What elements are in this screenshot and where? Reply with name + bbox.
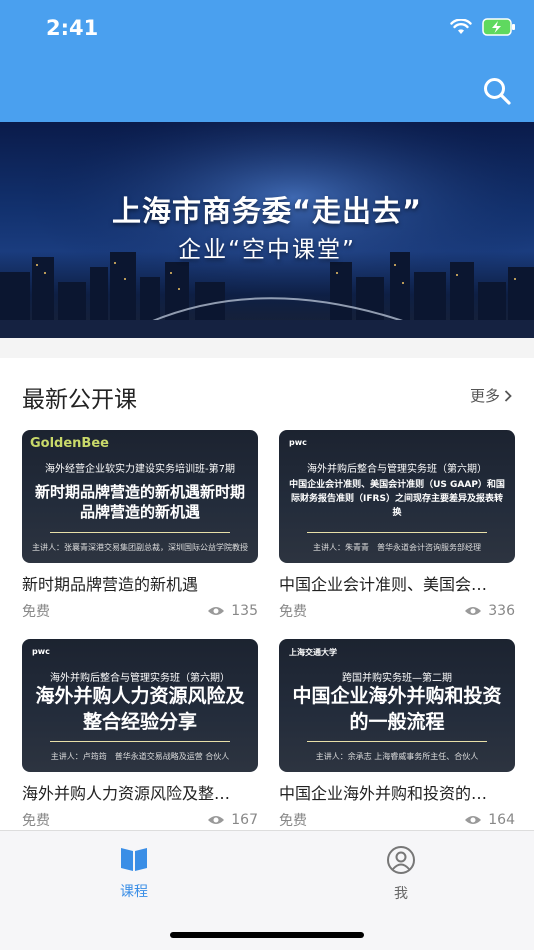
eye-icon xyxy=(208,816,225,824)
course-thumbnail: pwc 海外并购后整合与管理实务班（第六期） 中国企业会计准则、美国会计准则（U… xyxy=(279,430,515,563)
banner-subtitle: 企业“空中课堂” xyxy=(178,237,356,263)
banner-title: 上海市商务委“走出去” xyxy=(111,194,423,228)
course-meta: 免费 164 xyxy=(279,810,515,830)
sjtu-logo: 上海交通大学 xyxy=(289,648,337,657)
view-count: 167 xyxy=(207,812,258,828)
thumbnail-title: 中国企业会计准则、美国会计准则（US GAAP）和国际财务报告准则（IFRS）之… xyxy=(289,480,505,518)
battery-icon xyxy=(482,18,515,36)
home-indicator xyxy=(170,932,364,938)
course-price: 免费 xyxy=(279,813,307,829)
thumbnail-footer: 主讲人：余承志 上海睿威事务所主任、合伙人 xyxy=(315,752,479,761)
view-count-value: 167 xyxy=(231,812,258,828)
thumbnail-divider xyxy=(50,741,230,742)
course-card[interactable]: GoldenBee 海外经营企业软实力建设实务培训班-第7期 新时期品牌营造的新… xyxy=(22,430,258,621)
course-title: 中国企业会计准则、美国会… xyxy=(279,575,488,594)
pwc-logo: pwc xyxy=(32,647,50,656)
thumbnail-header: 海外并购后整合与管理实务班（第六期） xyxy=(50,673,230,684)
course-section: 最新公开课 更多 GoldenBee 海外经营企业软实力建设实务培训班-第7期 … xyxy=(0,358,534,830)
view-count: 135 xyxy=(207,603,258,619)
search-icon xyxy=(484,78,511,105)
view-count-value: 164 xyxy=(488,812,515,828)
course-thumbnail: pwc 海外并购后整合与管理实务班（第六期） 海外并购人力资源风险及整合经验分享… xyxy=(22,639,258,772)
more-link[interactable]: 更多 xyxy=(470,385,512,406)
chevron-right-icon xyxy=(504,389,512,402)
thumbnail-footer: 主讲人：朱青青 普华永道会计咨询服务部经理 xyxy=(313,543,481,552)
course-title: 海外并购人力资源风险及整… xyxy=(22,784,231,803)
pwc-logo: pwc xyxy=(289,438,307,447)
course-thumbnail: 上海交通大学 跨国并购实务班—第二期 中国企业海外并购和投资的一般流程 主讲人：… xyxy=(279,639,515,772)
thumbnail-title: 中国企业海外并购和投资的一般流程 xyxy=(292,685,502,733)
course-meta: 免费 167 xyxy=(22,810,258,830)
status-icons xyxy=(450,18,516,36)
course-price: 免费 xyxy=(22,604,50,620)
eye-icon xyxy=(465,816,482,824)
eye-icon xyxy=(208,607,225,615)
status-time: 2:41 xyxy=(46,16,99,40)
thumbnail-divider xyxy=(50,532,230,533)
search-button[interactable] xyxy=(482,76,512,106)
tab-label: 课程 xyxy=(120,884,148,900)
thumbnail-footer: 主讲人：张襄青深港交易集团副总裁，深圳国际公益学院教授 xyxy=(32,543,248,552)
book-icon xyxy=(121,848,147,871)
top-bar: 2:41 xyxy=(0,0,534,122)
course-price: 免费 xyxy=(22,813,50,829)
goldenbee-logo: GoldenBee xyxy=(30,436,109,451)
tab-label: 我 xyxy=(394,886,408,902)
thumbnail-header: 跨国并购实务班—第二期 xyxy=(342,673,452,684)
course-thumbnail: GoldenBee 海外经营企业软实力建设实务培训班-第7期 新时期品牌营造的新… xyxy=(22,430,258,563)
course-meta: 免费 135 xyxy=(22,601,258,621)
section-title: 最新公开课 xyxy=(22,387,137,413)
tab-me[interactable]: 我 xyxy=(341,845,461,903)
thumbnail-title: 新时期品牌营造的新机遇新时期品牌营造的新机遇 xyxy=(34,483,245,521)
user-icon xyxy=(387,846,415,874)
tab-courses[interactable]: 课程 xyxy=(74,845,194,901)
course-meta: 免费 336 xyxy=(279,601,515,621)
thumbnail-footer: 主讲人：卢筠筠 普华永道交易战略及运营 合伙人 xyxy=(50,752,230,761)
course-price: 免费 xyxy=(279,604,307,620)
promo-banner[interactable]: 上海市商务委“走出去” 企业“空中课堂” xyxy=(0,122,534,338)
course-title: 新时期品牌营造的新机遇 xyxy=(22,575,199,594)
course-card[interactable]: pwc 海外并购后整合与管理实务班（第六期） 中国企业会计准则、美国会计准则（U… xyxy=(279,430,515,621)
thumbnail-header: 海外并购后整合与管理实务班（第六期） xyxy=(307,464,487,475)
more-label: 更多 xyxy=(469,387,500,405)
wifi-icon xyxy=(450,19,472,34)
course-title: 中国企业海外并购和投资的… xyxy=(279,784,488,803)
thumbnail-divider xyxy=(307,741,487,742)
thumbnail-header: 海外经营企业软实力建设实务培训班-第7期 xyxy=(45,464,235,475)
thumbnail-divider xyxy=(307,532,487,533)
view-count: 336 xyxy=(464,603,515,619)
course-card[interactable]: 上海交通大学 跨国并购实务班—第二期 中国企业海外并购和投资的一般流程 主讲人：… xyxy=(279,639,515,830)
view-count-value: 336 xyxy=(488,603,515,619)
eye-icon xyxy=(465,607,482,615)
view-count-value: 135 xyxy=(231,603,258,619)
course-card[interactable]: pwc 海外并购后整合与管理实务班（第六期） 海外并购人力资源风险及整合经验分享… xyxy=(22,639,258,830)
thumbnail-title: 海外并购人力资源风险及整合经验分享 xyxy=(35,685,245,733)
view-count: 164 xyxy=(464,812,515,828)
